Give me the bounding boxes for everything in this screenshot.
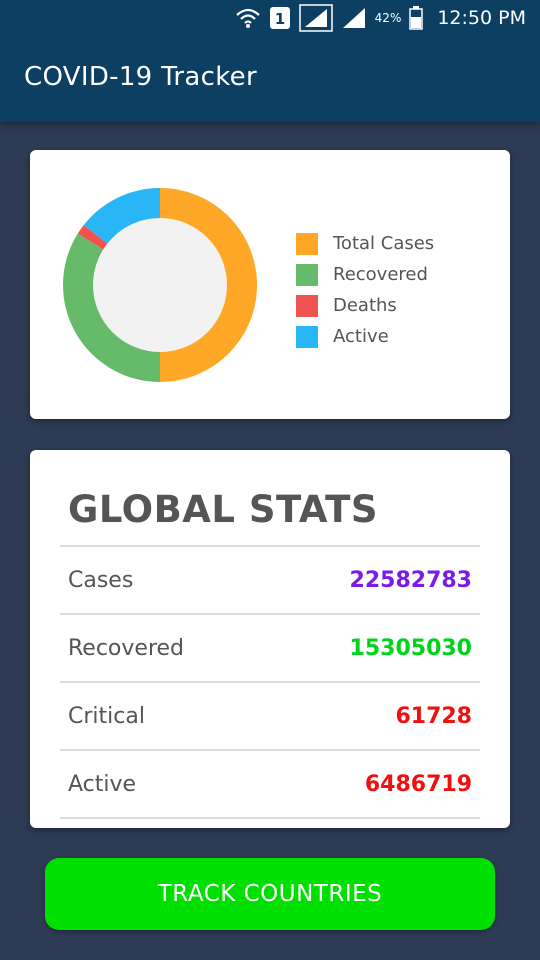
- legend-swatch: [296, 294, 318, 317]
- chart-card: Total Cases Recovered Deaths Active: [30, 150, 510, 419]
- legend-label: Active: [333, 326, 389, 347]
- donut-hole: [93, 218, 227, 352]
- chart-legend: Total Cases Recovered Deaths Active: [296, 228, 434, 352]
- stat-value: 22582783: [349, 567, 472, 593]
- stat-label: Cases: [68, 567, 134, 593]
- signal-icon: [341, 6, 367, 30]
- legend-item-deaths: Deaths: [296, 290, 434, 321]
- app-bar: COVID-19 Tracker: [0, 36, 540, 122]
- legend-item-active: Active: [296, 321, 434, 352]
- stat-row-active: Active 6486719: [60, 749, 480, 817]
- legend-label: Recovered: [333, 264, 428, 285]
- signal-icon: [298, 4, 333, 32]
- stats-title: GLOBAL STATS: [68, 488, 379, 531]
- stat-label: Critical: [68, 703, 145, 729]
- status-bar: 1 42% 12:50 PM: [0, 0, 540, 36]
- battery-percent: 42%: [374, 11, 402, 25]
- legend-swatch: [296, 263, 318, 286]
- stat-row-divider: [60, 817, 480, 828]
- stat-value: 61728: [395, 703, 472, 729]
- legend-item-total-cases: Total Cases: [296, 228, 434, 259]
- legend-swatch: [296, 232, 318, 255]
- sim-icon: 1: [269, 6, 291, 30]
- app-title: COVID-19 Tracker: [24, 62, 257, 92]
- status-time: 12:50 PM: [437, 7, 526, 29]
- stat-value: 6486719: [364, 771, 472, 797]
- legend-swatch: [296, 325, 318, 348]
- stat-row-critical: Critical 61728: [60, 681, 480, 749]
- battery-icon: [409, 6, 424, 30]
- legend-item-recovered: Recovered: [296, 259, 434, 290]
- legend-label: Total Cases: [333, 233, 435, 254]
- stat-value: 15305030: [349, 635, 472, 661]
- stat-label: Recovered: [68, 635, 185, 661]
- stat-label: Active: [68, 771, 137, 797]
- global-stats-card: GLOBAL STATS Cases 22582783 Recovered 15…: [30, 450, 510, 828]
- stat-row-recovered: Recovered 15305030: [60, 613, 480, 681]
- stats-list: Cases 22582783 Recovered 15305030 Critic…: [60, 545, 480, 828]
- wifi-icon: [235, 6, 261, 30]
- stat-row-cases: Cases 22582783: [60, 545, 480, 613]
- legend-label: Deaths: [333, 295, 397, 316]
- sim-slot-text: 1: [274, 10, 284, 28]
- donut-chart: [63, 188, 258, 382]
- track-countries-button[interactable]: TRACK COUNTRIES: [45, 858, 495, 930]
